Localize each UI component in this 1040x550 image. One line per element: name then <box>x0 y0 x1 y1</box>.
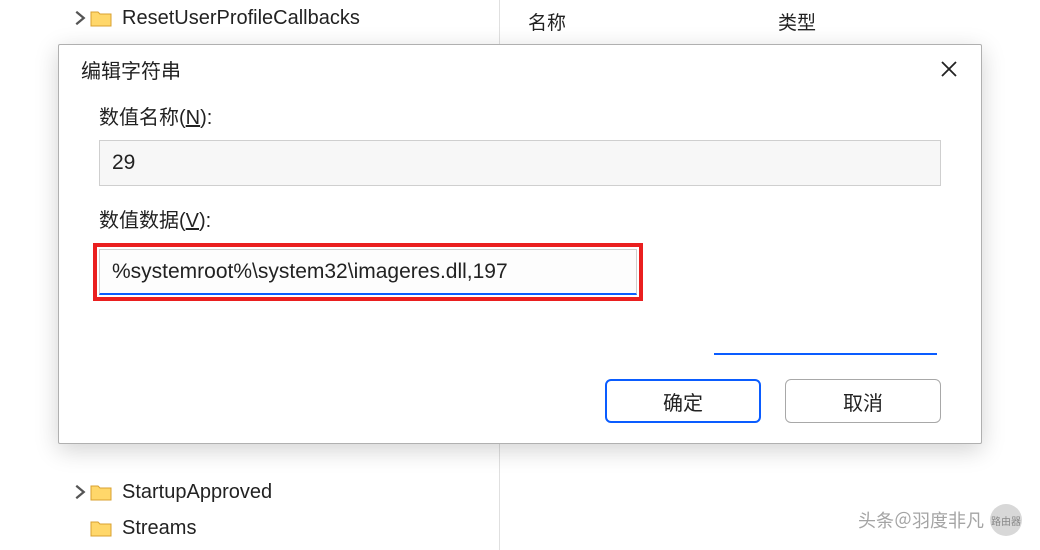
tree-item-label: ResetUserProfileCallbacks <box>122 7 360 30</box>
value-data-label: 数值数据(V): <box>99 204 941 233</box>
ok-button[interactable]: 确定 <box>605 379 761 423</box>
tree-bottom: StartupApproved Streams <box>70 474 272 546</box>
cancel-button[interactable]: 取消 <box>785 379 941 423</box>
dialog-title: 编辑字符串 <box>81 55 181 84</box>
dialog-body: 数值名称(N): 数值数据(V): <box>59 93 981 301</box>
list-header: 名称 类型 <box>528 4 1040 39</box>
watermark: 头条＠羽度非凡 路由器 <box>858 504 1022 536</box>
dialog-header: 编辑字符串 <box>59 45 981 93</box>
close-icon <box>939 59 959 79</box>
close-button[interactable] <box>933 53 965 85</box>
watermark-badge: 路由器 <box>990 504 1022 536</box>
edit-string-dialog: 编辑字符串 数值名称(N): 数值数据(V): 确定 取消 <box>58 44 982 444</box>
tree-item-label: StartupApproved <box>122 481 272 504</box>
column-header-name[interactable]: 名称 <box>528 4 778 39</box>
focus-underline <box>714 353 937 355</box>
value-data-group: 数值数据(V): <box>99 204 941 301</box>
column-header-type[interactable]: 类型 <box>778 4 1040 39</box>
folder-icon <box>90 483 112 501</box>
dialog-buttons: 确定 取消 <box>605 379 941 423</box>
value-name-input[interactable] <box>99 140 941 186</box>
value-name-group: 数值名称(N): <box>99 101 941 186</box>
value-data-input[interactable] <box>99 249 637 295</box>
folder-icon <box>90 519 112 537</box>
tree-item[interactable]: Streams <box>70 510 272 546</box>
highlight-annotation <box>93 243 643 301</box>
chevron-right-icon[interactable] <box>70 8 90 28</box>
folder-icon <box>90 9 112 27</box>
watermark-text: 头条＠羽度非凡 <box>858 507 984 533</box>
value-name-label: 数值名称(N): <box>99 101 941 130</box>
tree-item[interactable]: StartupApproved <box>70 474 272 510</box>
tree-item-label: Streams <box>122 517 196 540</box>
tree-item[interactable]: ResetUserProfileCallbacks <box>70 0 499 36</box>
chevron-right-icon[interactable] <box>70 482 90 502</box>
